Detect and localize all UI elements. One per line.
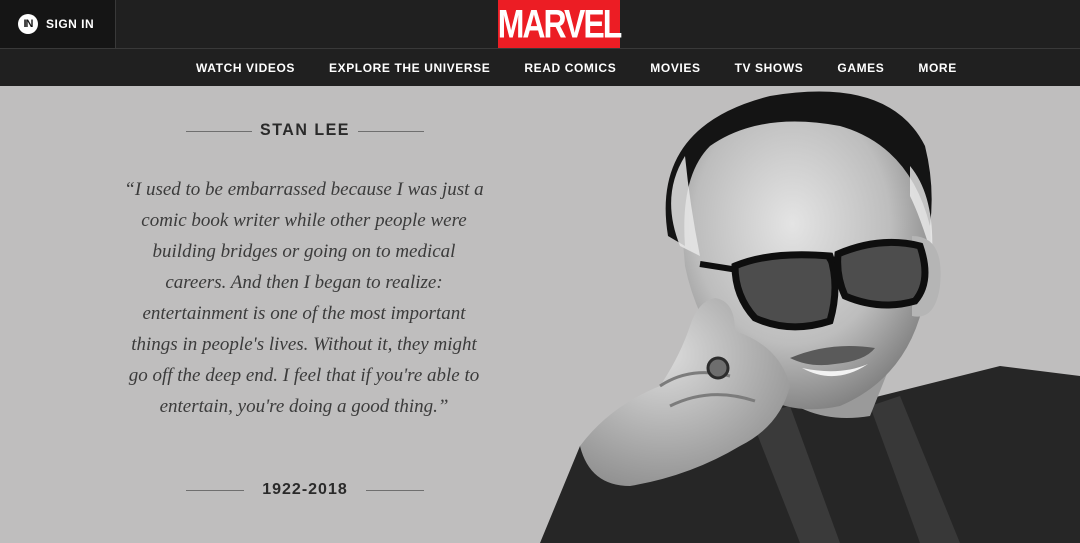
tribute-years: 1922-2018 bbox=[262, 481, 348, 498]
divider-left bbox=[186, 130, 252, 132]
divider-right bbox=[365, 489, 424, 491]
main-nav: WATCH VIDEOS EXPLORE THE UNIVERSE READ C… bbox=[0, 48, 1080, 86]
nav-more[interactable]: MORE bbox=[918, 61, 956, 75]
sign-in-label: SIGN IN bbox=[46, 17, 95, 31]
marvel-logo[interactable]: MARVEL bbox=[497, 0, 623, 48]
nav-explore-the-universe[interactable]: EXPLORE THE UNIVERSE bbox=[329, 61, 490, 75]
tribute-years-row: 1922-2018 bbox=[186, 481, 424, 499]
nav-read-comics[interactable]: READ COMICS bbox=[524, 61, 616, 75]
tribute-name: STAN LEE bbox=[260, 121, 350, 140]
portrait-photo bbox=[540, 91, 1080, 543]
nav-tv-shows[interactable]: TV SHOWS bbox=[735, 61, 804, 75]
top-bar: IN SIGN IN MARVEL bbox=[0, 0, 1080, 48]
tribute-quote: “I used to be embarrassed because I was … bbox=[124, 179, 484, 417]
logo-text: MARVEL bbox=[497, 0, 623, 46]
tribute-hero: STAN LEE “I used to be embarrassed becau… bbox=[0, 86, 1080, 543]
sign-in-button[interactable]: IN SIGN IN bbox=[0, 0, 116, 48]
sign-in-icon: IN bbox=[18, 14, 38, 34]
tribute-heading: STAN LEE bbox=[186, 122, 424, 140]
divider-left bbox=[186, 489, 244, 491]
nav-watch-videos[interactable]: WATCH VIDEOS bbox=[196, 61, 295, 75]
nav-movies[interactable]: MOVIES bbox=[650, 61, 700, 75]
nav-games[interactable]: GAMES bbox=[837, 61, 884, 75]
divider-right bbox=[358, 130, 424, 132]
